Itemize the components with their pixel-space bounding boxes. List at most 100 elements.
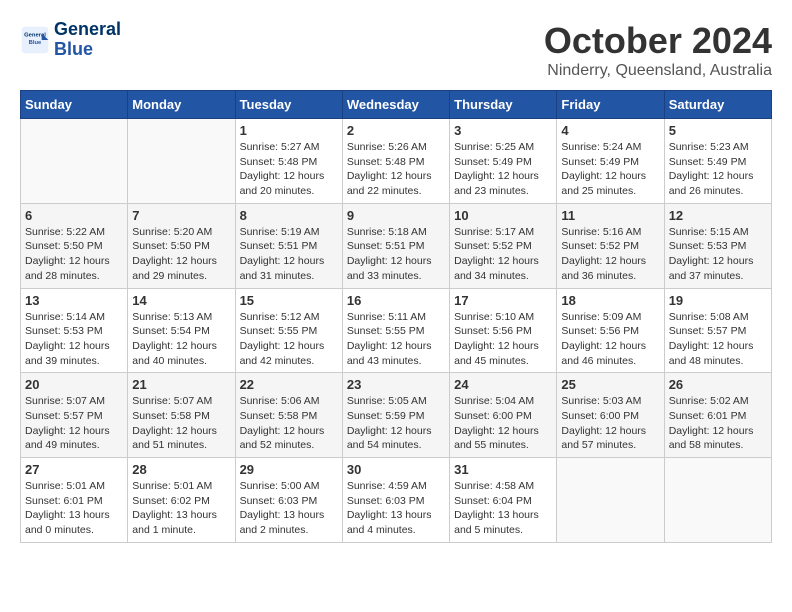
day-info: Sunrise: 5:20 AM Sunset: 5:50 PM Dayligh… [132,225,230,284]
day-info: Sunrise: 5:05 AM Sunset: 5:59 PM Dayligh… [347,394,445,453]
day-info: Sunrise: 5:17 AM Sunset: 5:52 PM Dayligh… [454,225,552,284]
day-number: 18 [561,293,659,308]
day-number: 13 [25,293,123,308]
calendar-week-4: 20 Sunrise: 5:07 AM Sunset: 5:57 PM Dayli… [21,373,772,458]
weekday-header-sunday: Sunday [21,91,128,119]
day-info: Sunrise: 5:01 AM Sunset: 6:01 PM Dayligh… [25,479,123,538]
calendar-cell [557,458,664,543]
day-number: 21 [132,377,230,392]
day-info: Sunrise: 5:14 AM Sunset: 5:53 PM Dayligh… [25,310,123,369]
day-info: Sunrise: 4:59 AM Sunset: 6:03 PM Dayligh… [347,479,445,538]
day-number: 11 [561,208,659,223]
day-number: 26 [669,377,767,392]
weekday-header-tuesday: Tuesday [235,91,342,119]
calendar-cell: 21 Sunrise: 5:07 AM Sunset: 5:58 PM Dayli… [128,373,235,458]
calendar-week-1: 1 Sunrise: 5:27 AM Sunset: 5:48 PM Daylig… [21,119,772,204]
calendar-cell: 15 Sunrise: 5:12 AM Sunset: 5:55 PM Dayli… [235,288,342,373]
calendar-cell: 29 Sunrise: 5:00 AM Sunset: 6:03 PM Dayli… [235,458,342,543]
calendar-cell: 1 Sunrise: 5:27 AM Sunset: 5:48 PM Daylig… [235,119,342,204]
day-number: 16 [347,293,445,308]
day-number: 20 [25,377,123,392]
day-number: 5 [669,123,767,138]
day-info: Sunrise: 5:23 AM Sunset: 5:49 PM Dayligh… [669,140,767,199]
calendar-cell: 25 Sunrise: 5:03 AM Sunset: 6:00 PM Dayli… [557,373,664,458]
weekday-header-saturday: Saturday [664,91,771,119]
calendar-cell: 13 Sunrise: 5:14 AM Sunset: 5:53 PM Dayli… [21,288,128,373]
calendar-cell [664,458,771,543]
day-info: Sunrise: 5:01 AM Sunset: 6:02 PM Dayligh… [132,479,230,538]
calendar-cell: 7 Sunrise: 5:20 AM Sunset: 5:50 PM Daylig… [128,203,235,288]
calendar-body: 1 Sunrise: 5:27 AM Sunset: 5:48 PM Daylig… [21,119,772,543]
day-number: 23 [347,377,445,392]
logo: General Blue General Blue [20,20,121,60]
weekday-header-wednesday: Wednesday [342,91,449,119]
weekday-header-row: SundayMondayTuesdayWednesdayThursdayFrid… [21,91,772,119]
day-number: 31 [454,462,552,477]
day-info: Sunrise: 5:27 AM Sunset: 5:48 PM Dayligh… [240,140,338,199]
calendar-week-2: 6Sunrise: 5:22 AM Sunset: 5:50 PM Daylig… [21,203,772,288]
day-number: 7 [132,208,230,223]
calendar-cell: 31 Sunrise: 4:58 AM Sunset: 6:04 PM Dayli… [450,458,557,543]
calendar-week-3: 13 Sunrise: 5:14 AM Sunset: 5:53 PM Dayli… [21,288,772,373]
calendar-cell: 28Sunrise: 5:01 AM Sunset: 6:02 PM Dayli… [128,458,235,543]
day-info: Sunrise: 5:19 AM Sunset: 5:51 PM Dayligh… [240,225,338,284]
logo-text: General Blue [54,20,121,60]
day-info: Sunrise: 5:18 AM Sunset: 5:51 PM Dayligh… [347,225,445,284]
day-info: Sunrise: 5:25 AM Sunset: 5:49 PM Dayligh… [454,140,552,199]
calendar-cell: 3 Sunrise: 5:25 AM Sunset: 5:49 PM Daylig… [450,119,557,204]
calendar-cell: 17 Sunrise: 5:10 AM Sunset: 5:56 PM Dayli… [450,288,557,373]
calendar-cell: 10 Sunrise: 5:17 AM Sunset: 5:52 PM Dayli… [450,203,557,288]
calendar-cell [21,119,128,204]
calendar-cell: 9 Sunrise: 5:18 AM Sunset: 5:51 PM Daylig… [342,203,449,288]
month-title: October 2024 [544,20,772,62]
day-info: Sunrise: 5:00 AM Sunset: 6:03 PM Dayligh… [240,479,338,538]
day-number: 17 [454,293,552,308]
calendar-cell: 24Sunrise: 5:04 AM Sunset: 6:00 PM Dayli… [450,373,557,458]
day-number: 3 [454,123,552,138]
day-info: Sunrise: 5:02 AM Sunset: 6:01 PM Dayligh… [669,394,767,453]
calendar-cell: 2 Sunrise: 5:26 AM Sunset: 5:48 PM Daylig… [342,119,449,204]
day-number: 15 [240,293,338,308]
day-number: 29 [240,462,338,477]
calendar-cell [128,119,235,204]
day-info: Sunrise: 5:07 AM Sunset: 5:58 PM Dayligh… [132,394,230,453]
calendar-cell: 14Sunrise: 5:13 AM Sunset: 5:54 PM Dayli… [128,288,235,373]
day-number: 4 [561,123,659,138]
calendar-cell: 16Sunrise: 5:11 AM Sunset: 5:55 PM Dayli… [342,288,449,373]
calendar-cell: 18 Sunrise: 5:09 AM Sunset: 5:56 PM Dayli… [557,288,664,373]
weekday-header-friday: Friday [557,91,664,119]
day-info: Sunrise: 5:15 AM Sunset: 5:53 PM Dayligh… [669,225,767,284]
day-info: Sunrise: 5:07 AM Sunset: 5:57 PM Dayligh… [25,394,123,453]
day-number: 1 [240,123,338,138]
day-info: Sunrise: 5:09 AM Sunset: 5:56 PM Dayligh… [561,310,659,369]
day-number: 6 [25,208,123,223]
day-number: 22 [240,377,338,392]
day-info: Sunrise: 5:10 AM Sunset: 5:56 PM Dayligh… [454,310,552,369]
weekday-header-monday: Monday [128,91,235,119]
day-info: Sunrise: 4:58 AM Sunset: 6:04 PM Dayligh… [454,479,552,538]
day-info: Sunrise: 5:26 AM Sunset: 5:48 PM Dayligh… [347,140,445,199]
calendar-cell: 4Sunrise: 5:24 AM Sunset: 5:49 PM Daylig… [557,119,664,204]
calendar-cell: 26 Sunrise: 5:02 AM Sunset: 6:01 PM Dayli… [664,373,771,458]
calendar-header: SundayMondayTuesdayWednesdayThursdayFrid… [21,91,772,119]
day-info: Sunrise: 5:03 AM Sunset: 6:00 PM Dayligh… [561,394,659,453]
calendar-cell: 12Sunrise: 5:15 AM Sunset: 5:53 PM Dayli… [664,203,771,288]
day-info: Sunrise: 5:12 AM Sunset: 5:55 PM Dayligh… [240,310,338,369]
calendar-cell: 23 Sunrise: 5:05 AM Sunset: 5:59 PM Dayli… [342,373,449,458]
day-number: 2 [347,123,445,138]
day-info: Sunrise: 5:06 AM Sunset: 5:58 PM Dayligh… [240,394,338,453]
page-header: General Blue General Blue October 2024 N… [20,20,772,80]
day-number: 27 [25,462,123,477]
calendar-table: SundayMondayTuesdayWednesdayThursdayFrid… [20,90,772,543]
svg-text:Blue: Blue [29,40,42,46]
calendar-cell: 6Sunrise: 5:22 AM Sunset: 5:50 PM Daylig… [21,203,128,288]
day-info: Sunrise: 5:16 AM Sunset: 5:52 PM Dayligh… [561,225,659,284]
day-number: 24 [454,377,552,392]
calendar-cell: 19Sunrise: 5:08 AM Sunset: 5:57 PM Dayli… [664,288,771,373]
day-number: 10 [454,208,552,223]
title-block: October 2024 Ninderry, Queensland, Austr… [544,20,772,80]
location-title: Ninderry, Queensland, Australia [544,62,772,80]
day-number: 9 [347,208,445,223]
day-number: 25 [561,377,659,392]
calendar-cell: 22 Sunrise: 5:06 AM Sunset: 5:58 PM Dayli… [235,373,342,458]
